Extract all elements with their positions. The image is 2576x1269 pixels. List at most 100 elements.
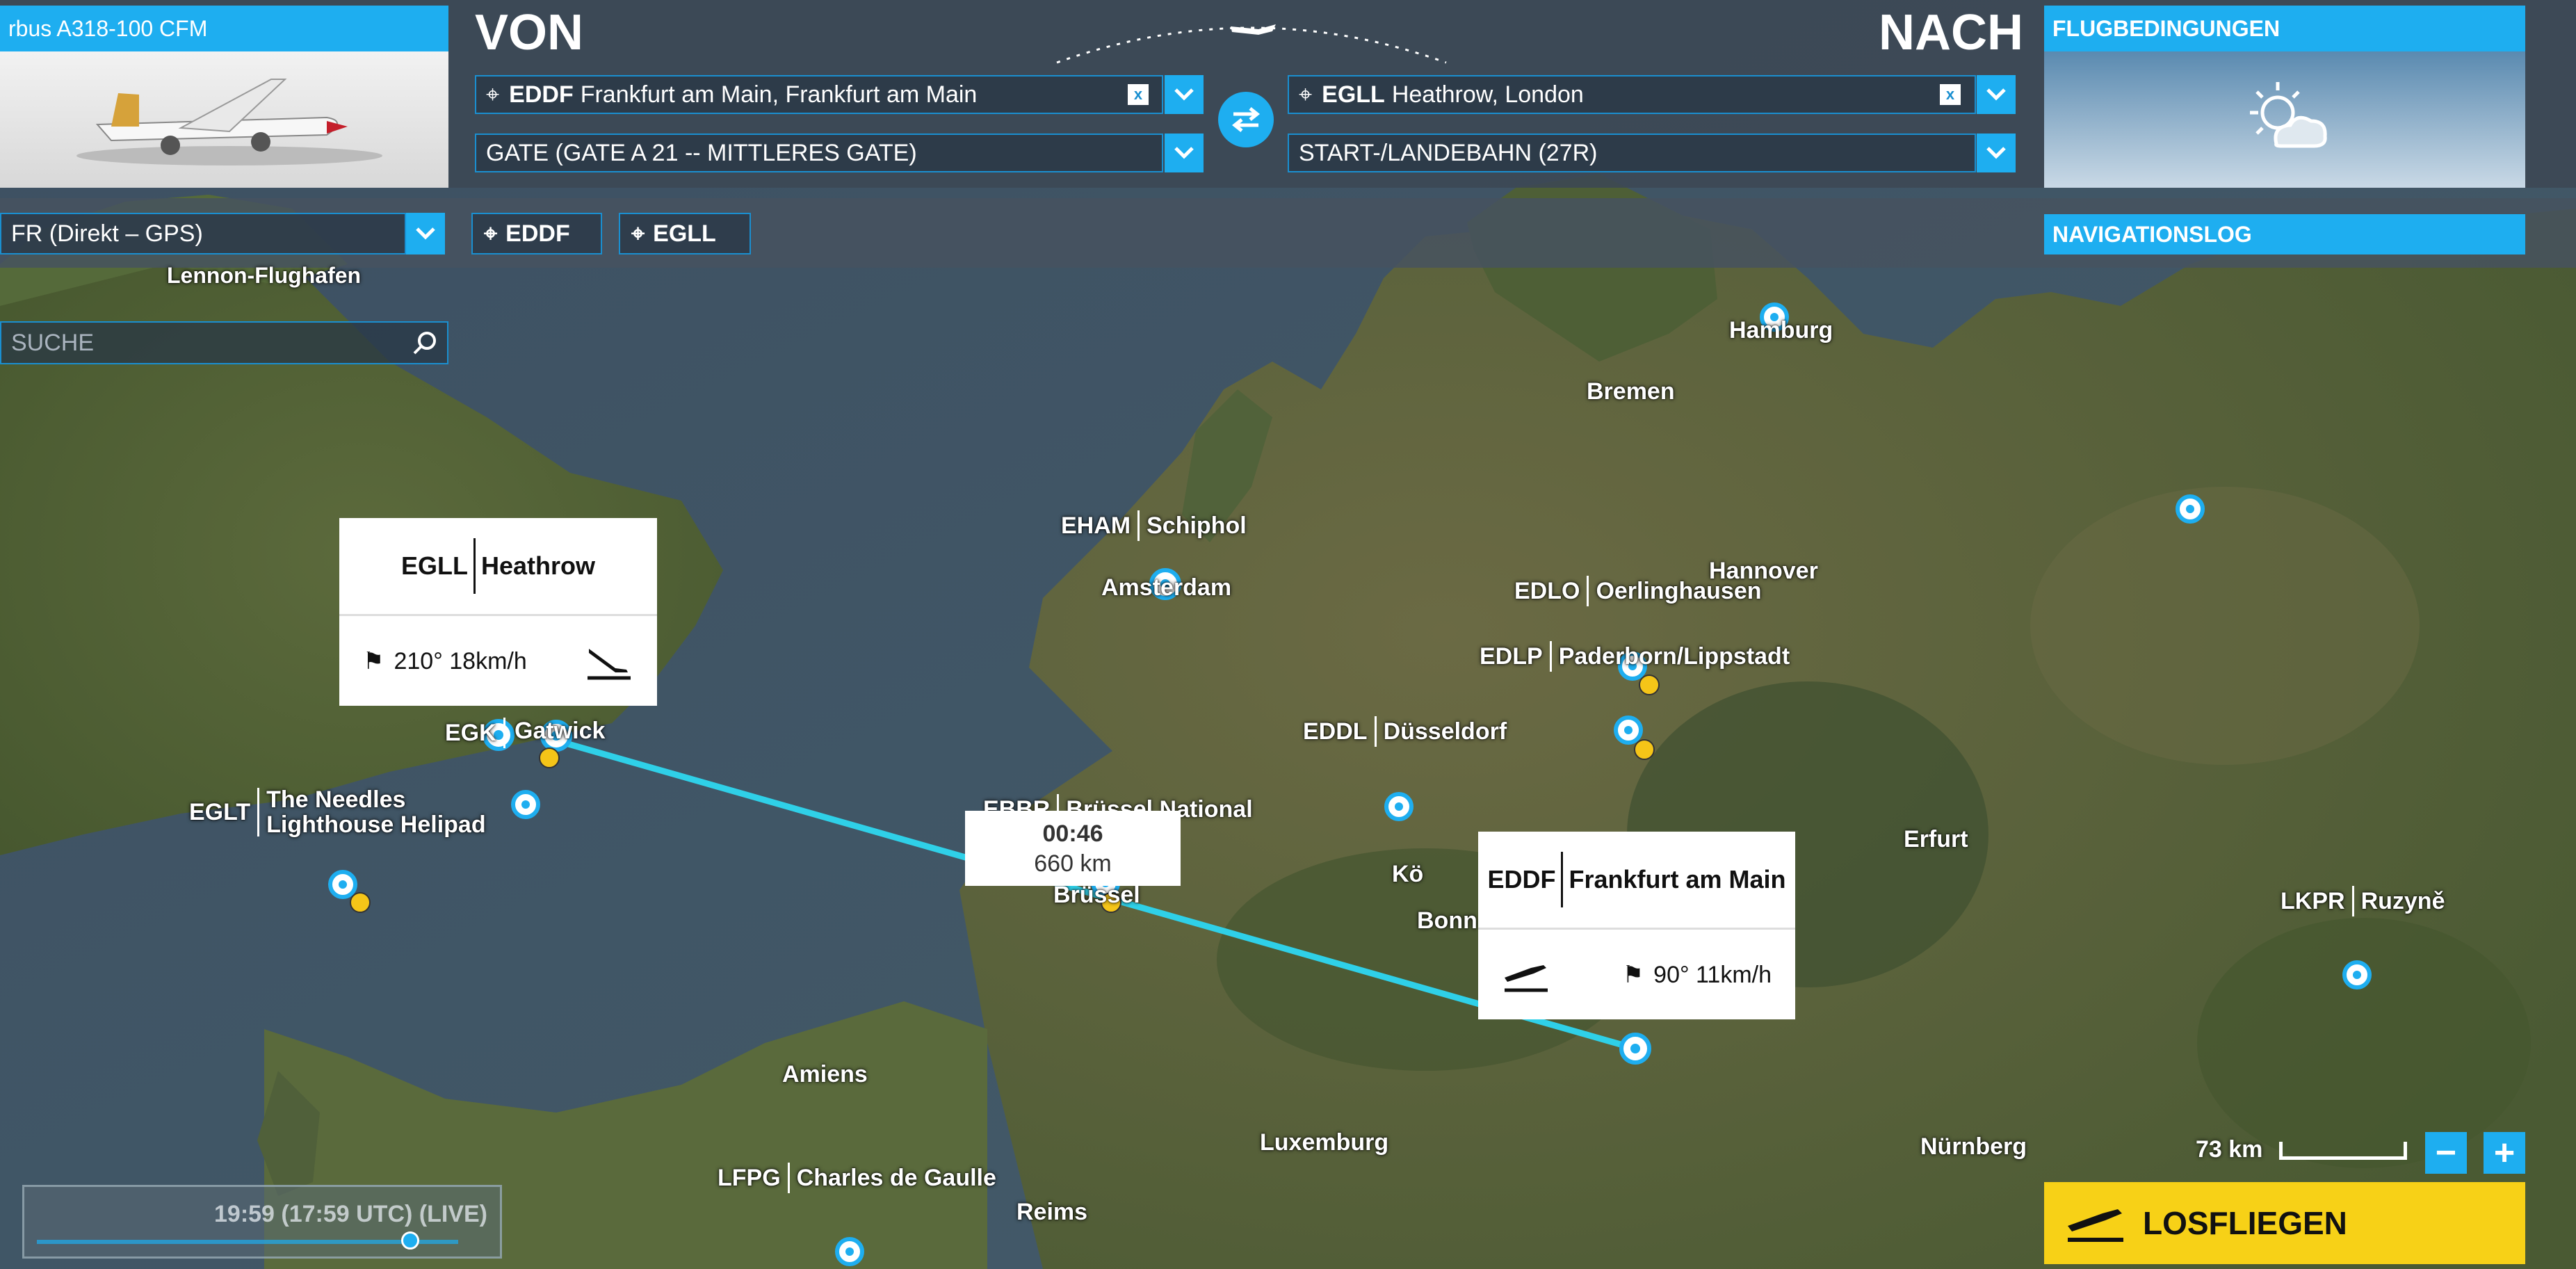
favorite-star-icon: [350, 892, 371, 913]
departure-code: EDDF: [509, 81, 574, 108]
airport-label-lkpr[interactable]: LKPR Ruzyně: [2281, 886, 2445, 916]
navlog-label: NAVIGATIONSLOG: [2052, 221, 2252, 247]
fly-button-label: LOSFLIEGEN: [2143, 1205, 2347, 1241]
arrival-airport-name: Heathrow, London: [1391, 81, 1584, 108]
departure-airport-popup[interactable]: EDDF Frankfurt am Main ⚑ 90° 11km/h: [1478, 832, 1795, 1019]
location-pin-icon: ⌖: [1299, 81, 1313, 108]
departure-airport-name: Frankfurt am Main, Frankfurt am Main: [580, 81, 978, 108]
search-field[interactable]: SUCHE: [0, 321, 448, 364]
airport-label-edlo[interactable]: EDLO Oerlinghausen: [1514, 576, 1762, 606]
weather-sun-cloud-icon: [2250, 82, 2327, 148]
chevron-down-icon: [1986, 147, 2006, 159]
route-distance: 660 km: [1034, 850, 1112, 877]
route-arc-graphic: [1056, 24, 1447, 64]
wind-value: 210° 18km/h: [394, 647, 527, 674]
search-placeholder: SUCHE: [11, 329, 95, 356]
zoom-out-button[interactable]: −: [2425, 1132, 2467, 1174]
time-text: 19:59 (17:59 UTC) (LIVE): [214, 1201, 487, 1227]
swap-arrows-icon: [1231, 107, 1261, 132]
flight-type-value: FR (Direkt – GPS): [11, 220, 203, 247]
takeoff-plane-icon: [1505, 965, 1548, 992]
popup-wind-row: ⚑ 210° 18km/h: [339, 616, 657, 706]
map-label-reims: Reims: [1016, 1199, 1088, 1225]
location-pin-icon: ⌖: [631, 220, 645, 247]
aircraft-thumbnail[interactable]: [0, 51, 448, 188]
scale-bar: [2279, 1142, 2407, 1160]
departure-heading: VON: [475, 5, 584, 60]
route-time: 00:46: [1042, 821, 1103, 847]
map-label-amsterdam: Amsterdam: [1101, 574, 1232, 601]
route-info-tooltip: 00:46 660 km: [965, 811, 1181, 886]
aircraft-name: rbus A318-100 CFM: [8, 15, 208, 41]
flight-type-dropdown-button[interactable]: [406, 213, 445, 254]
map-label-bonn: Bonn: [1417, 907, 1477, 934]
waypoint-chip-label: EDDF: [505, 220, 570, 247]
popup-name: Heathrow: [480, 551, 596, 580]
favorite-star-icon: [1634, 739, 1655, 760]
map-label-erfurt: Erfurt: [1904, 826, 1968, 852]
waypoint-chip-departure[interactable]: ⌖ EDDF: [471, 213, 602, 254]
waypoint-chip-label: EGLL: [653, 220, 716, 247]
arrival-dropdown-button[interactable]: [1977, 75, 2016, 114]
flight-type-field[interactable]: FR (Direkt – GPS): [0, 213, 406, 254]
departure-airport-field[interactable]: ⌖ EDDF Frankfurt am Main, Frankfurt am M…: [475, 75, 1163, 114]
departure-dropdown-button[interactable]: [1165, 75, 1204, 114]
favorite-star-icon: [1639, 674, 1660, 695]
airport-label-eglt[interactable]: EGLT The Needles Lighthouse Helipad: [189, 787, 486, 837]
arrival-airport-field[interactable]: ⌖ EGLL Heathrow, London: [1288, 75, 1976, 114]
arrival-code: EGLL: [1322, 81, 1385, 108]
conditions-thumbnail[interactable]: [2044, 51, 2525, 188]
airport-label-eham[interactable]: EHAM Schiphol: [1061, 510, 1247, 541]
airport-label-eddl[interactable]: EDDL Düsseldorf: [1303, 716, 1507, 747]
wind-value: 90° 11km/h: [1653, 961, 1772, 988]
zoom-in-button[interactable]: +: [2484, 1132, 2525, 1174]
chevron-down-icon: [416, 227, 435, 240]
fly-button[interactable]: LOSFLIEGEN: [2044, 1182, 2525, 1264]
map-label-koeln: Kö: [1392, 861, 1424, 887]
time-slider-track[interactable]: [37, 1240, 458, 1244]
arrival-airport-popup[interactable]: EGLL Heathrow ⚑ 210° 18km/h: [339, 518, 657, 706]
scale-label: 73 km: [2196, 1136, 2263, 1163]
chevron-down-icon: [1174, 147, 1194, 159]
location-pin-icon: ⌖: [484, 220, 498, 247]
map-label-bremen: Bremen: [1587, 378, 1675, 405]
map-label-lennon: Lennon-Flughafen: [167, 263, 362, 288]
conditions-label: FLUGBEDINGUNGEN: [2052, 15, 2281, 41]
windsock-icon: ⚑: [1622, 962, 1644, 988]
map-label-nuernberg: Nürnberg: [1920, 1133, 2027, 1160]
map-label-hamburg: Hamburg: [1729, 317, 1833, 343]
aircraft-title[interactable]: rbus A318-100 CFM: [0, 6, 448, 51]
airport-label-egkk[interactable]: EGK: [445, 718, 512, 748]
airport-label-edlp[interactable]: EDLP Paderborn/Lippstadt: [1480, 641, 1790, 672]
gate-value: GATE (GATE A 21 -- MITTLERES GATE): [486, 139, 917, 166]
time-slider-handle[interactable]: [401, 1231, 419, 1250]
popup-code: EDDF: [1487, 852, 1564, 907]
chevron-down-icon: [1174, 88, 1194, 101]
runway-dropdown-button[interactable]: [1977, 134, 2016, 172]
airplane-image: [76, 79, 382, 165]
departure-gate-field[interactable]: GATE (GATE A 21 -- MITTLERES GATE): [475, 134, 1163, 172]
popup-name: Frankfurt am Main: [1569, 865, 1786, 894]
time-panel[interactable]: 19:59 (17:59 UTC) (LIVE): [22, 1185, 502, 1259]
waypoint-chip-arrival[interactable]: ⌖ EGLL: [619, 213, 751, 254]
popup-code: EGLL: [401, 538, 476, 594]
chevron-down-icon: [1986, 88, 2006, 101]
swap-route-button[interactable]: [1218, 92, 1274, 147]
navigation-log-button[interactable]: NAVIGATIONSLOG: [2044, 214, 2525, 254]
gate-dropdown-button[interactable]: [1165, 134, 1204, 172]
favorite-star-icon: [539, 747, 560, 768]
map-label-luxemburg: Luxemburg: [1260, 1129, 1389, 1156]
popup-title: EGLL Heathrow: [339, 518, 657, 616]
map-label-amiens: Amiens: [782, 1061, 868, 1088]
clear-departure-button[interactable]: x: [1128, 84, 1149, 105]
conditions-title[interactable]: FLUGBEDINGUNGEN: [2044, 6, 2525, 51]
location-pin-icon: ⌖: [486, 81, 500, 108]
arrival-runway-field[interactable]: START-/LANDEBAHN (27R): [1288, 134, 1976, 172]
airport-label-lfpg[interactable]: LFPG Charles de Gaulle: [718, 1163, 996, 1193]
search-icon[interactable]: [412, 330, 439, 357]
clear-arrival-button[interactable]: x: [1940, 84, 1961, 105]
arrival-heading: NACH: [1879, 5, 2023, 60]
takeoff-plane-icon: [2068, 1209, 2123, 1242]
map-label-gatwick: Gatwick: [515, 718, 606, 744]
popup-wind-row: ⚑ 90° 11km/h: [1478, 930, 1795, 1020]
